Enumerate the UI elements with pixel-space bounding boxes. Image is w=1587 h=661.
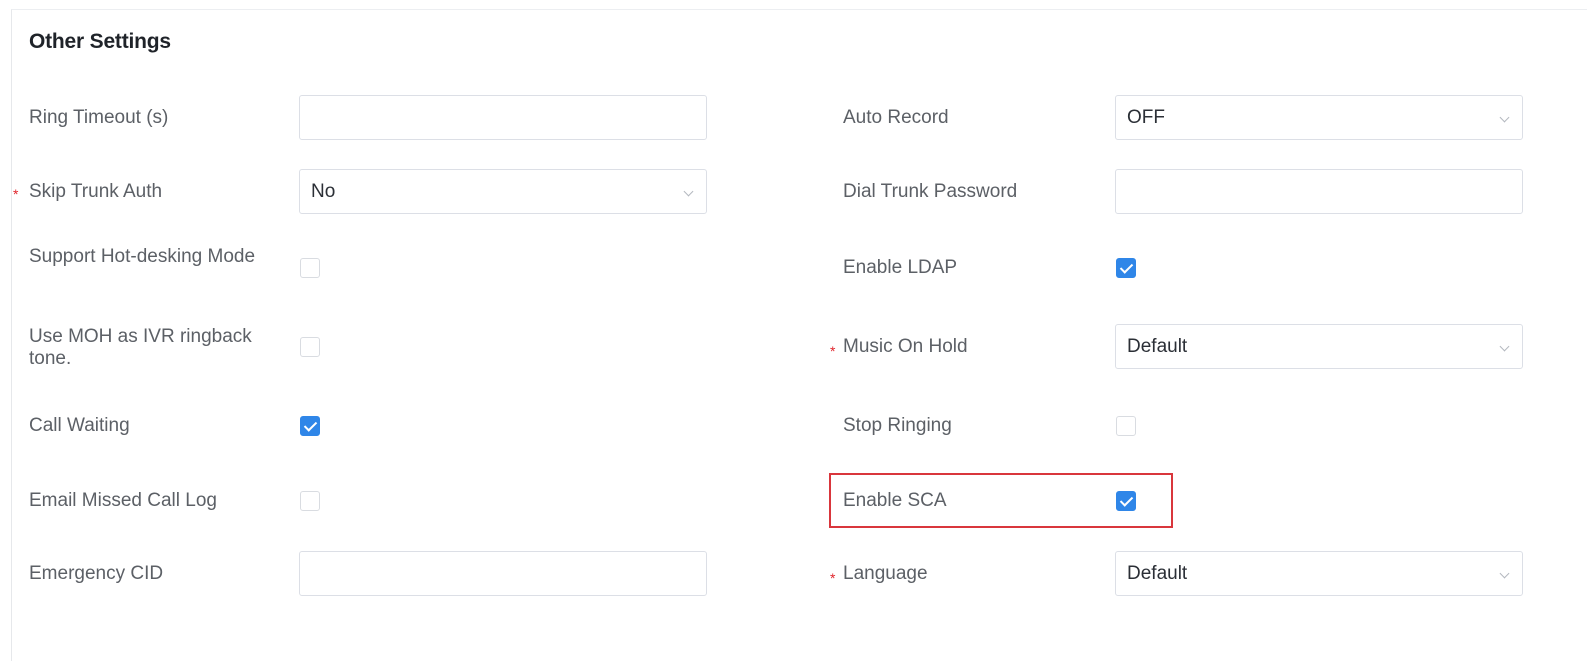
dial-trunk-password-input[interactable]: [1115, 169, 1523, 214]
stop-ringing-checkbox[interactable]: [1116, 416, 1136, 436]
dial-trunk-password-label: Dial Trunk Password: [843, 181, 1018, 202]
enable-sca-checkbox[interactable]: [1116, 491, 1136, 511]
call-waiting-checkbox[interactable]: [300, 416, 320, 436]
call-waiting-label: Call Waiting: [29, 415, 130, 436]
skip-trunk-auth-value: No: [311, 181, 336, 202]
auto-record-label: Auto Record: [843, 107, 949, 128]
stop-ringing-label: Stop Ringing: [843, 415, 952, 436]
hot-desking-checkbox[interactable]: [300, 258, 320, 278]
moh-ivr-ringback-label: Use MOH as IVR ringback tone.: [29, 326, 252, 369]
email-missed-call-log-label: Email Missed Call Log: [29, 490, 217, 511]
chevron-down-icon: [1499, 341, 1510, 352]
ring-timeout-input[interactable]: [299, 95, 707, 140]
moh-ivr-ringback-checkbox[interactable]: [300, 337, 320, 357]
ring-timeout-label: Ring Timeout (s): [29, 107, 169, 128]
language-value: Default: [1127, 563, 1188, 584]
music-on-hold-select[interactable]: Default: [1115, 324, 1523, 369]
auto-record-value: OFF: [1127, 107, 1165, 128]
chevron-down-icon: [1499, 568, 1510, 579]
section-title: Other Settings: [29, 30, 171, 53]
required-marker: *: [830, 570, 836, 586]
enable-ldap-label: Enable LDAP: [843, 257, 958, 278]
language-label: Language: [843, 563, 928, 584]
emergency-cid-input[interactable]: [299, 551, 707, 596]
language-select[interactable]: Default: [1115, 551, 1523, 596]
enable-sca-label: Enable SCA: [843, 490, 947, 511]
chevron-down-icon: [1499, 112, 1510, 123]
skip-trunk-auth-select[interactable]: No: [299, 169, 707, 214]
required-marker: *: [830, 343, 836, 359]
emergency-cid-label: Emergency CID: [29, 563, 164, 584]
chevron-down-icon: [683, 186, 694, 197]
auto-record-select[interactable]: OFF: [1115, 95, 1523, 140]
skip-trunk-auth-label: Skip Trunk Auth: [29, 181, 163, 202]
music-on-hold-label: Music On Hold: [843, 336, 968, 357]
required-marker: *: [13, 186, 19, 202]
enable-ldap-checkbox[interactable]: [1116, 258, 1136, 278]
music-on-hold-value: Default: [1127, 336, 1188, 357]
hot-desking-label: Support Hot-desking Mode: [29, 246, 256, 267]
email-missed-call-log-checkbox[interactable]: [300, 491, 320, 511]
